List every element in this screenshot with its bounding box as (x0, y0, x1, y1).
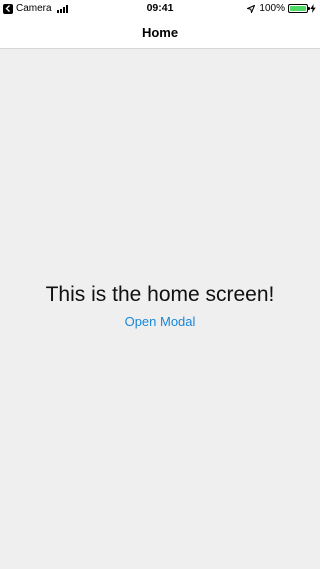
charging-bolt-icon (310, 4, 316, 13)
location-arrow-icon (247, 4, 256, 13)
app-screen: Camera 09:41 100% Home This is the home … (0, 0, 320, 569)
back-to-app-icon[interactable] (3, 3, 13, 14)
main-content: This is the home screen! Open Modal (0, 49, 320, 569)
center-block: This is the home screen! Open Modal (0, 282, 320, 331)
battery-percent: 100% (259, 3, 285, 14)
battery-icon (288, 4, 310, 13)
status-bar-right: 100% (247, 0, 316, 17)
battery-fill (290, 6, 306, 11)
page-title: Home (141, 25, 179, 40)
home-headline: This is the home screen! (45, 283, 275, 306)
signal-icon (56, 4, 68, 13)
status-bar: Camera 09:41 100% (0, 0, 320, 17)
navigation-bar: Home (0, 17, 320, 49)
status-bar-left: Camera (3, 0, 68, 17)
back-to-app-label[interactable]: Camera (16, 0, 52, 17)
open-modal-button[interactable]: Open Modal (125, 313, 196, 330)
battery-tip (308, 7, 310, 10)
